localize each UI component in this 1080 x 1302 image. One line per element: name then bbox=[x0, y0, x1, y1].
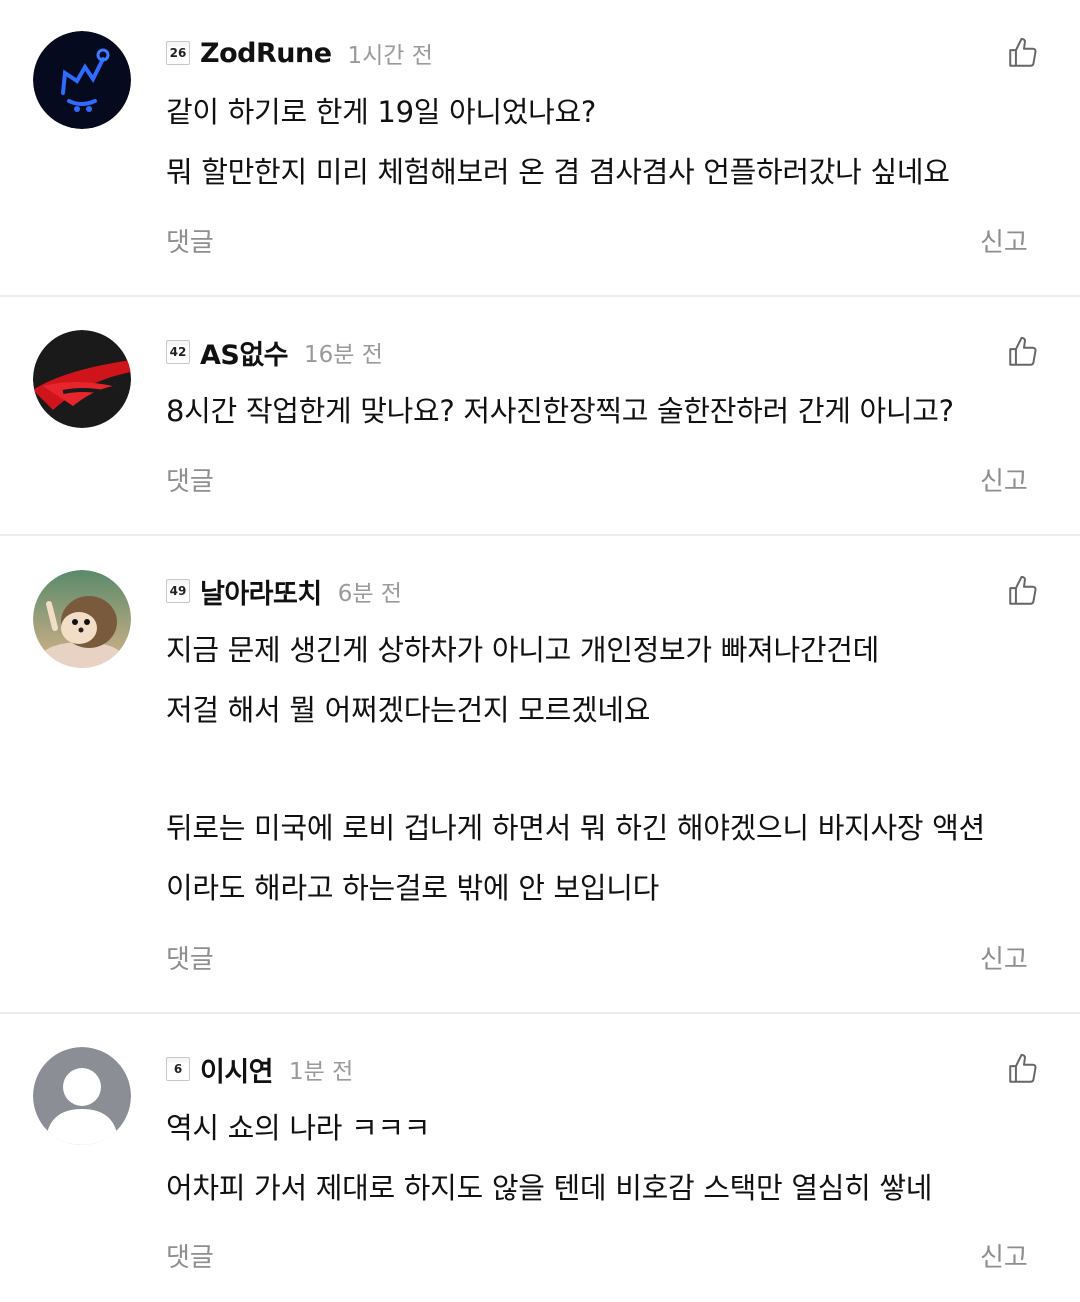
comment-text: 이라도 해라고 하는걸로 밖에 안 보입니다 bbox=[166, 871, 660, 905]
level-badge: 49 bbox=[166, 579, 190, 603]
level-badge: 42 bbox=[166, 340, 190, 364]
timestamp: 16분 전 bbox=[304, 342, 383, 368]
avatar[interactable] bbox=[33, 330, 131, 428]
thumbs-up-icon[interactable] bbox=[1006, 335, 1040, 369]
username[interactable]: 날아라또치 bbox=[200, 572, 322, 611]
timestamp: 1시간 전 bbox=[347, 43, 433, 69]
username[interactable]: AS없수 bbox=[200, 333, 289, 372]
timestamp: 1분 전 bbox=[289, 1059, 354, 1085]
comment-text: 뭐 할만한지 미리 체험해보러 온 겸 겸사겸사 언플하러갔나 싶네요 bbox=[166, 155, 950, 189]
report-button[interactable]: 신고 bbox=[980, 939, 1028, 976]
thumbs-up-icon[interactable] bbox=[1006, 574, 1040, 608]
username[interactable]: ZodRune bbox=[200, 38, 332, 69]
username[interactable]: 이시연 bbox=[200, 1050, 274, 1089]
reply-button[interactable]: 댓글 bbox=[166, 939, 214, 976]
comment-text: 저걸 해서 뭘 어쩌겠다는건지 모르겠네요 bbox=[166, 693, 651, 727]
timestamp: 6분 전 bbox=[337, 581, 402, 607]
reply-button[interactable]: 댓글 bbox=[166, 222, 214, 259]
comment-text: 지금 문제 생긴게 상하차가 아니고 개인정보가 빠져나간건데 bbox=[166, 633, 880, 667]
comment-text: 역시 쇼의 나라 ㅋㅋㅋ bbox=[166, 1111, 431, 1145]
thumbs-up-icon[interactable] bbox=[1006, 1052, 1040, 1086]
comment-item: 49 날아라또치 6분 전 지금 문제 생긴게 상하차가 아니고 개인정보가 빠… bbox=[0, 536, 1080, 1012]
report-button[interactable]: 신고 bbox=[980, 1237, 1028, 1274]
comment-item: 42 AS없수 16분 전 8시간 작업한게 맞나요? 저사진한장찍고 술한잔하… bbox=[0, 297, 1080, 534]
thumbs-up-icon[interactable] bbox=[1006, 36, 1040, 70]
avatar[interactable] bbox=[33, 570, 131, 668]
avatar[interactable] bbox=[33, 31, 131, 129]
comment-text: 어차피 가서 제대로 하지도 않을 텐데 비호감 스택만 열심히 쌓네 bbox=[166, 1171, 933, 1205]
level-badge: 6 bbox=[166, 1057, 190, 1081]
comment-item: 26 ZodRune 1시간 전 같이 하기로 한게 19일 아니었나요? 뭐 … bbox=[0, 0, 1080, 295]
level-badge: 26 bbox=[166, 41, 190, 65]
reply-button[interactable]: 댓글 bbox=[166, 461, 214, 498]
avatar[interactable] bbox=[33, 1047, 131, 1145]
comment-text: 같이 하기로 한게 19일 아니었나요? bbox=[166, 95, 597, 129]
report-button[interactable]: 신고 bbox=[980, 222, 1028, 259]
reply-button[interactable]: 댓글 bbox=[166, 1237, 214, 1274]
comment-text: 뒤로는 미국에 로비 겁나게 하면서 뭐 하긴 해야겠으니 바지사장 액션 bbox=[166, 811, 985, 845]
comment-item: 6 이시연 1분 전 역시 쇼의 나라 ㅋㅋㅋ 어차피 가서 제대로 하지도 않… bbox=[0, 1014, 1080, 1302]
report-button[interactable]: 신고 bbox=[980, 461, 1028, 498]
comment-text: 8시간 작업한게 맞나요? 저사진한장찍고 술한잔하러 간게 아니고? bbox=[166, 394, 954, 428]
